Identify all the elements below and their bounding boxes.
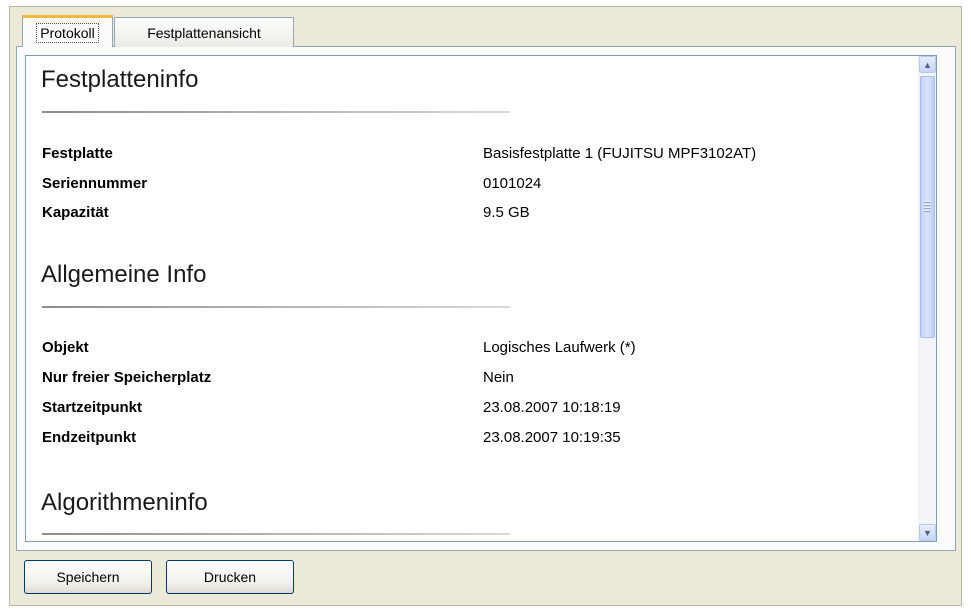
row-value: 23.08.2007 10:18:19 (483, 399, 621, 416)
info-row: Endzeitpunkt 23.08.2007 10:19:35 (42, 429, 882, 449)
info-row: Seriennummer 0101024 (42, 175, 882, 195)
tab-festplattenansicht[interactable]: Festplattenansicht (114, 17, 294, 47)
row-label: Nur freier Speicherplatz (42, 369, 212, 386)
row-label: Objekt (42, 339, 89, 356)
info-row: Startzeitpunkt 23.08.2007 10:18:19 (42, 399, 882, 419)
row-value: 0101024 (483, 175, 542, 192)
print-button[interactable]: Drucken (166, 560, 294, 594)
info-row: Objekt Logisches Laufwerk (*) (42, 339, 882, 359)
scrollbar-thumb[interactable] (920, 76, 935, 338)
vertical-scrollbar[interactable]: ▲ ▼ (918, 56, 936, 541)
row-value: Basisfestplatte 1 (FUJITSU MPF3102AT) (483, 145, 757, 162)
tab-festplattenansicht-label: Festplattenansicht (147, 24, 261, 41)
tab-panel: Festplatteninfo Festplatte Basisfestplat… (16, 46, 956, 551)
section-title-allgemeine-info: Allgemeine Info (41, 261, 207, 288)
grip-icon (924, 201, 931, 213)
info-row: Kapazität 9.5 GB (42, 204, 882, 224)
chevron-up-icon[interactable]: ▲ (919, 56, 936, 73)
section-divider (42, 533, 510, 535)
tab-protokoll-label: Protokoll (36, 22, 99, 43)
row-value: 9.5 GB (483, 204, 530, 221)
info-row: Nur freier Speicherplatz Nein (42, 369, 882, 389)
chevron-down-icon[interactable]: ▼ (919, 524, 936, 541)
row-label: Festplatte (42, 145, 113, 162)
tab-protokoll[interactable]: Protokoll (22, 15, 113, 47)
row-label: Seriennummer (42, 175, 148, 192)
save-button[interactable]: Speichern (24, 560, 152, 594)
row-label: Endzeitpunkt (42, 429, 137, 446)
row-value: Nein (483, 369, 514, 386)
row-value: 23.08.2007 10:19:35 (483, 429, 621, 446)
report-content: Festplatteninfo Festplatte Basisfestplat… (25, 55, 937, 542)
row-label: Kapazität (42, 204, 109, 221)
info-row: Festplatte Basisfestplatte 1 (FUJITSU MP… (42, 145, 882, 165)
row-label: Startzeitpunkt (42, 399, 143, 416)
section-title-festplatteninfo: Festplatteninfo (41, 66, 199, 93)
row-value: Logisches Laufwerk (*) (483, 339, 636, 356)
section-divider (42, 111, 510, 113)
report-window: Protokoll Festplattenansicht Festplatten… (9, 6, 962, 606)
section-title-algorithmeninfo: Algorithmeninfo (41, 489, 208, 516)
section-divider (42, 306, 510, 308)
